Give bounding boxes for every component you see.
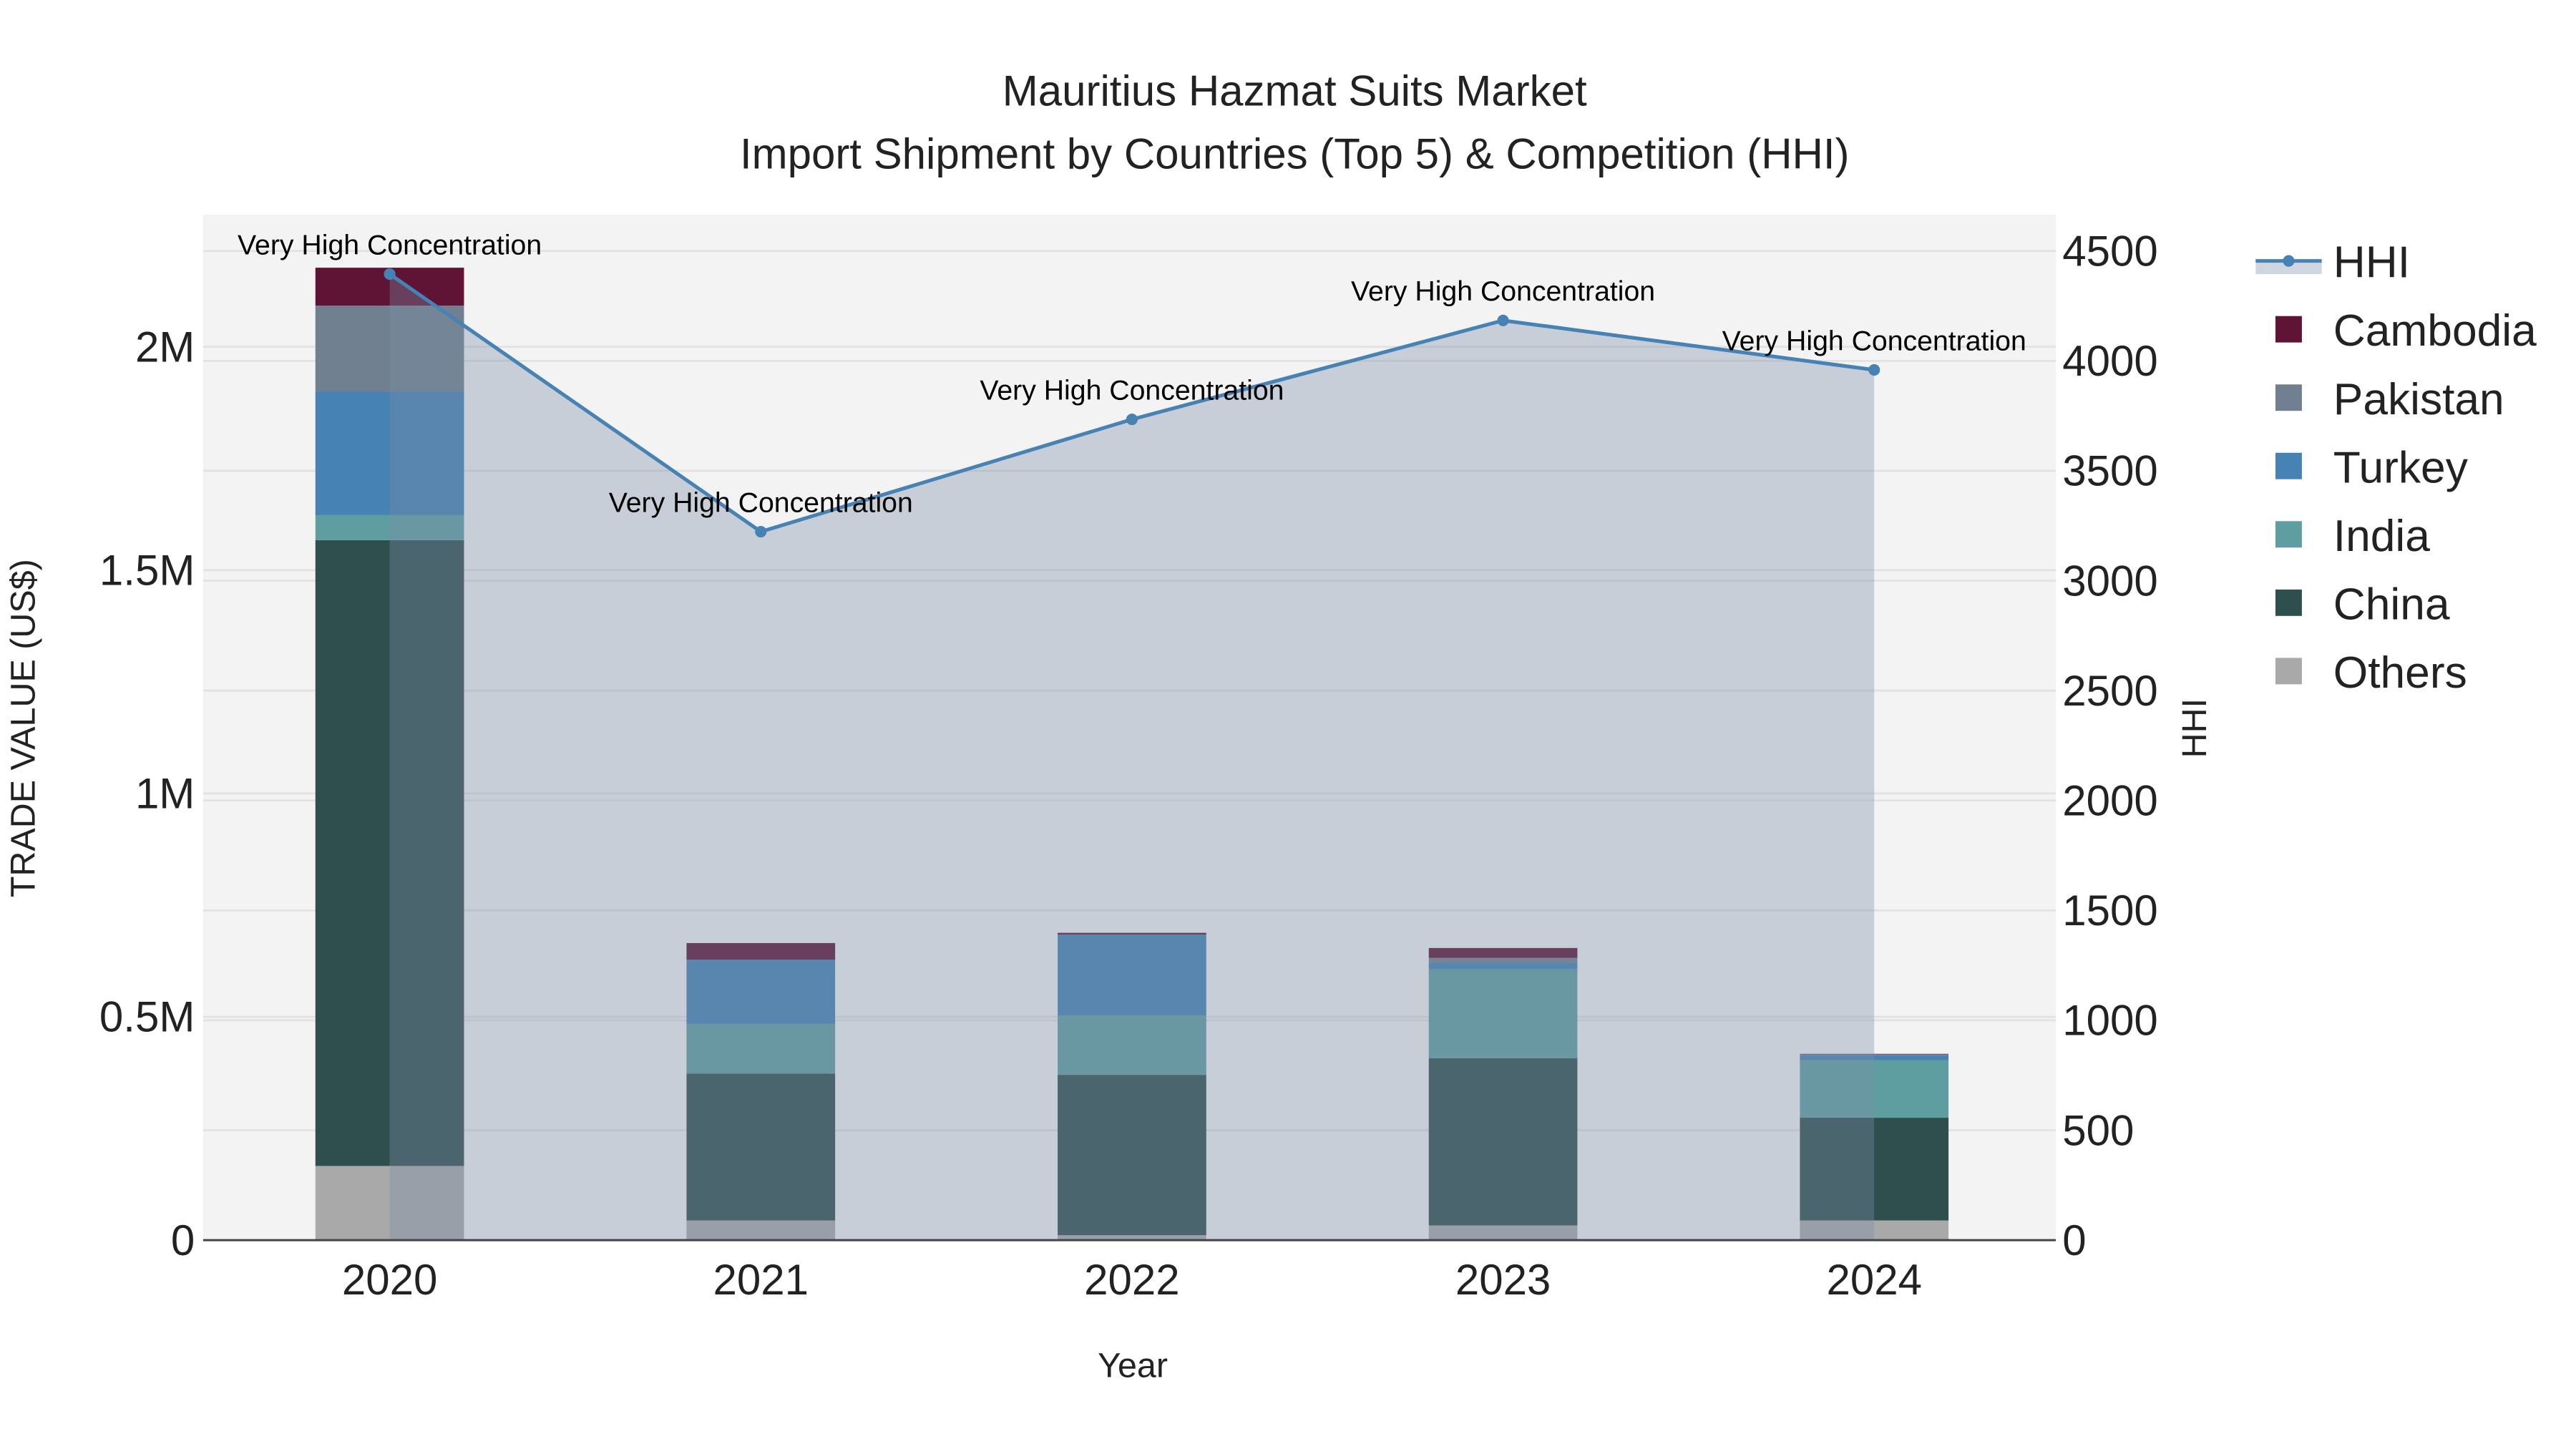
y2-tick-label: 0: [2062, 1216, 2086, 1264]
y2-tick-label: 2000: [2062, 776, 2157, 824]
y2-axis-title: HHI: [2175, 698, 2214, 758]
legend-label-china: China: [2333, 580, 2450, 629]
y-tick-label: 0.5M: [99, 993, 195, 1041]
legend: HHI Cambodia Pakistan Turkey India China Other…: [2255, 238, 2537, 698]
hhi-point: [1868, 364, 1880, 376]
hhi-annotation: Very High Concentration: [609, 487, 913, 518]
x-tick-label: 2020: [342, 1256, 437, 1304]
chart: Very High Concentration Very High Concent…: [4, 67, 2537, 1385]
hhi-point: [755, 525, 767, 538]
legend-swatch-others: [2275, 658, 2302, 685]
hhi-annotation: Very High Concentration: [238, 229, 542, 260]
y2-tick-label: 4500: [2062, 228, 2157, 275]
chart-title-line1: Mauritius Hazmat Suits Market: [1002, 67, 1587, 115]
hhi-point: [1126, 413, 1138, 426]
y2-tick-label: 1500: [2062, 887, 2157, 935]
hhi-point: [1497, 314, 1509, 326]
y2-tick-label: 1000: [2062, 997, 2157, 1045]
y2-tick-label: 2500: [2062, 667, 2157, 715]
x-tick-label: 2023: [1455, 1256, 1551, 1304]
legend-label-india: India: [2333, 512, 2430, 561]
legend-label-turkey: Turkey: [2333, 443, 2469, 492]
legend-label-pakistan: Pakistan: [2333, 375, 2504, 424]
y-tick-label: 1M: [135, 770, 195, 818]
legend-hhi-marker-icon: [2283, 255, 2295, 267]
y-tick-label: 0: [171, 1216, 195, 1264]
y2-tick-label: 3500: [2062, 447, 2157, 495]
hhi-annotation: Very High Concentration: [980, 374, 1284, 406]
hhi-annotation: Very High Concentration: [1722, 325, 2026, 356]
x-tick-label: 2022: [1084, 1256, 1179, 1304]
y2-tick-label: 3000: [2062, 557, 2157, 605]
hhi-annotation: Very High Concentration: [1351, 275, 1655, 307]
legend-swatch-cambodia: [2275, 316, 2302, 343]
y-tick-label: 2M: [135, 323, 195, 371]
y-tick-label: 1.5M: [99, 547, 195, 595]
y2-tick-label: 500: [2062, 1106, 2134, 1154]
legend-label-others: Others: [2333, 648, 2467, 698]
legend-swatch-india: [2275, 521, 2302, 548]
y-axis-title: TRADE VALUE (US$): [4, 559, 42, 897]
x-tick-label: 2021: [713, 1256, 809, 1304]
legend-swatch-turkey: [2275, 452, 2302, 479]
chart-title-line2: Import Shipment by Countries (Top 5) & C…: [740, 130, 1850, 177]
y2-tick-label: 4000: [2062, 337, 2157, 385]
x-tick-label: 2024: [1826, 1256, 1921, 1304]
legend-swatch-china: [2275, 589, 2302, 616]
legend-label-cambodia: Cambodia: [2333, 306, 2537, 356]
hhi-point: [384, 268, 396, 280]
legend-label-hhi: HHI: [2333, 238, 2410, 288]
x-axis-title: Year: [1098, 1347, 1168, 1385]
legend-swatch-pakistan: [2275, 384, 2302, 411]
